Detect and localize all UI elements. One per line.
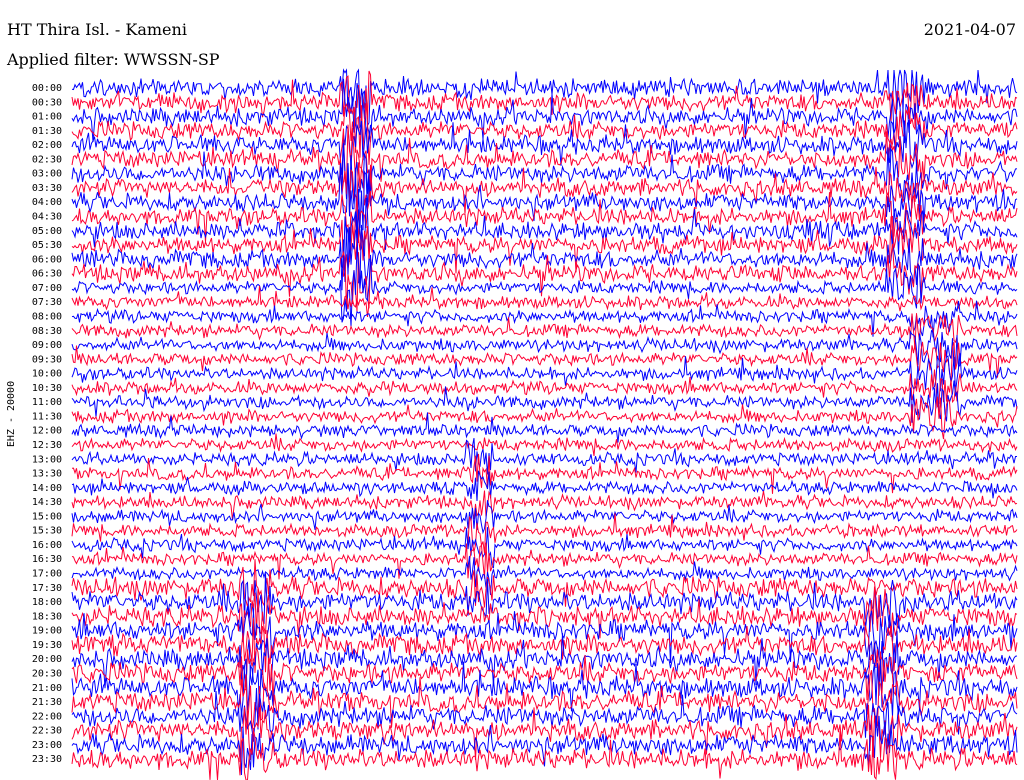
row-time-label: 09:30 [32, 354, 62, 365]
row-time-label: 13:30 [32, 469, 62, 480]
row-time-label: 22:00 [32, 711, 62, 722]
time-tick-labels: 00:00 00:30 01:00 01:30 02:00 02:30 03:00 03:30… [32, 83, 62, 765]
row-time-label: 21:00 [32, 683, 62, 694]
trace-line [71, 586, 1018, 639]
row-time-label: 21:30 [32, 697, 62, 708]
row-time-label: 05:30 [32, 240, 62, 251]
trace-line [71, 490, 1018, 521]
row-time-label: 00:30 [32, 97, 62, 108]
row-time-label: 11:00 [32, 397, 62, 408]
row-time-label: 02:30 [32, 154, 62, 165]
trace-line [71, 215, 1018, 277]
row-time-label: 04:00 [32, 197, 62, 208]
row-time-label: 23:00 [32, 740, 62, 751]
row-time-label: 03:30 [32, 183, 62, 194]
row-time-label: 10:30 [32, 383, 62, 394]
trace-line [71, 513, 1018, 554]
row-time-label: 10:00 [32, 369, 62, 380]
row-time-label: 07:30 [32, 297, 62, 308]
row-time-label: 20:30 [32, 668, 62, 679]
row-time-label: 17:00 [32, 569, 62, 580]
row-time-label: 08:00 [32, 311, 62, 322]
trace-line [71, 433, 1018, 456]
row-time-label: 16:00 [32, 540, 62, 551]
row-time-label: 14:00 [32, 483, 62, 494]
row-time-label: 02:00 [32, 140, 62, 151]
row-time-label: 23:30 [32, 754, 62, 765]
trace-line [71, 159, 1018, 214]
row-time-label: 18:30 [32, 611, 62, 622]
row-time-label: 03:00 [32, 169, 62, 180]
trace-line [71, 500, 1018, 535]
row-time-label: 06:00 [32, 254, 62, 265]
row-time-label: 17:30 [32, 583, 62, 594]
row-time-label: 19:00 [32, 626, 62, 637]
row-time-label: 18:00 [32, 597, 62, 608]
row-time-label: 19:30 [32, 640, 62, 651]
row-time-label: 05:00 [32, 226, 62, 237]
row-time-label: 20:00 [32, 654, 62, 665]
row-time-label: 01:00 [32, 112, 62, 123]
row-time-label: 11:30 [32, 411, 62, 422]
row-time-label: 14:30 [32, 497, 62, 508]
row-time-label: 04:30 [32, 212, 62, 223]
row-time-label: 15:30 [32, 526, 62, 537]
row-time-label: 06:30 [32, 269, 62, 280]
row-time-label: 07:00 [32, 283, 62, 294]
row-time-label: 08:30 [32, 326, 62, 337]
row-time-label: 09:00 [32, 340, 62, 351]
helicorder-plot: 00:00 00:30 01:00 01:30 02:00 02:30 03:00 03:30… [32, 68, 1018, 780]
row-time-label: 22:30 [32, 726, 62, 737]
row-time-label: 16:30 [32, 554, 62, 565]
trace-line [71, 715, 1018, 776]
trace-layer [71, 68, 1018, 780]
trace-line [71, 542, 1018, 580]
row-time-label: 12:00 [32, 426, 62, 437]
row-time-label: 00:00 [32, 83, 62, 94]
row-time-label: 12:30 [32, 440, 62, 451]
row-time-label: 15:00 [32, 511, 62, 522]
row-time-label: 01:30 [32, 126, 62, 137]
row-time-label: 13:00 [32, 454, 62, 465]
